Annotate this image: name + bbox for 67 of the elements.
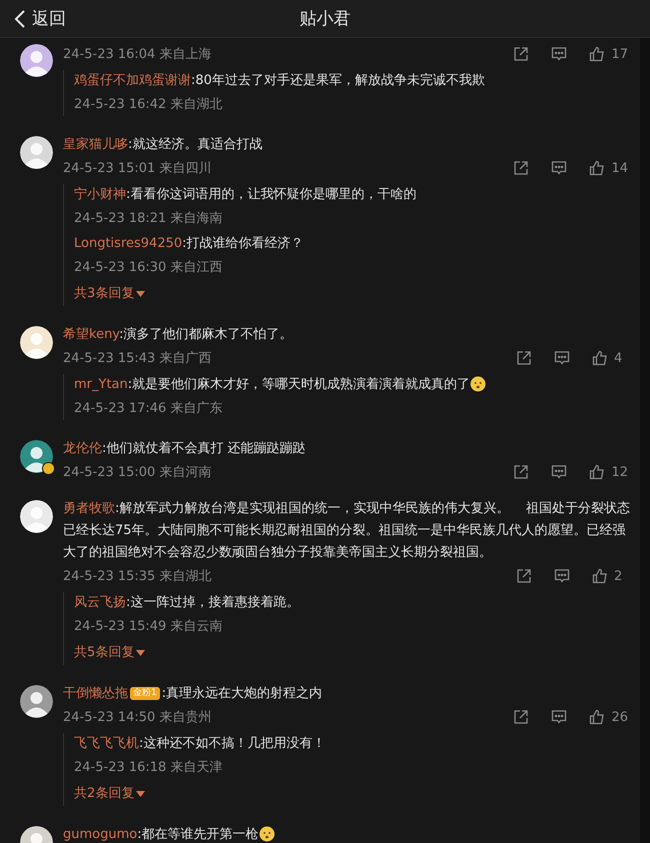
more-replies-link[interactable]: 共5条回复 xyxy=(74,641,146,665)
comment-icon[interactable] xyxy=(551,160,568,176)
like-count: 4 xyxy=(614,350,622,366)
thumbs-up-icon[interactable] xyxy=(589,464,606,480)
thumbs-up-icon[interactable] xyxy=(589,160,606,176)
share-icon[interactable] xyxy=(513,464,530,480)
thumbs-up-icon[interactable] xyxy=(592,568,608,584)
comment-text: gumogumo:都在等谁先开第一枪 xyxy=(63,824,638,843)
like-count: 26 xyxy=(611,710,628,724)
comment-time: 24-5-23 15:43 来自广西 xyxy=(63,350,212,367)
comment-time: 24-5-23 15:35 来自湖北 xyxy=(63,568,212,585)
more-replies-link[interactable]: 共3条回复 xyxy=(74,282,146,306)
like-count: 2 xyxy=(614,568,622,584)
thumbs-up-icon[interactable] xyxy=(592,350,608,366)
share-icon[interactable] xyxy=(513,160,530,176)
thumbs-up-icon[interactable] xyxy=(589,709,606,725)
share-icon[interactable] xyxy=(513,709,530,725)
comment-icon[interactable] xyxy=(554,568,570,584)
comment-text: 龙伦伦:他们就仗着不会真打 还能蹦跶蹦跶 xyxy=(63,440,307,458)
comment-time: 24-5-23 16:04 来自上海 xyxy=(63,46,212,63)
like-count: 17 xyxy=(611,46,628,62)
comment-text: 干倒懒怂拖 金粉1 :真理永远在大炮的射程之内 xyxy=(63,685,324,703)
comment-time: 24-5-23 15:01 来自四川 xyxy=(63,160,212,177)
comment-text: 宁小财神:看看你这词语用的，让我怀疑你是哪里的，干啥的 xyxy=(74,186,418,204)
comment-text: mr_Ytan:就是要他们麻木才好，等哪天时机成熟演着演着就成真的了 xyxy=(74,374,638,396)
caret-down-icon xyxy=(136,291,146,297)
caret-down-icon xyxy=(136,650,146,656)
page-title: 贴小君 xyxy=(300,8,350,30)
caret-down-icon xyxy=(136,791,146,797)
comment-time: 24-5-23 16:42 来自湖北 xyxy=(74,96,224,113)
avatar[interactable] xyxy=(20,44,53,77)
comment-time: 24-5-23 15:00 来自河南 xyxy=(63,464,212,481)
thumbs-up-icon[interactable] xyxy=(589,46,606,62)
avatar[interactable] xyxy=(20,500,53,533)
like-count: 12 xyxy=(611,464,628,480)
comment-icon[interactable] xyxy=(551,464,568,480)
comment-text: 风云飞扬:这一阵过掉，接着惠接着跪。 xyxy=(74,594,300,612)
comment-text: Longtisres94250:打战谁给你看经济？ xyxy=(74,235,305,253)
comment-text: 皇家猫儿哆:就这经济。真适合打战 xyxy=(63,136,264,154)
comment-icon[interactable] xyxy=(554,350,570,366)
fan-badge: 金粉1 xyxy=(130,686,160,700)
comment-icon[interactable] xyxy=(551,46,568,62)
like-count: 14 xyxy=(611,160,628,176)
avatar[interactable] xyxy=(20,136,53,169)
comment-time: 24-5-23 16:30 来自江西 xyxy=(74,259,224,276)
comment-time: 24-5-23 16:18 来自天津 xyxy=(74,759,224,776)
comment-time: 24-5-23 18:21 来自海南 xyxy=(74,210,224,227)
verified-badge-icon xyxy=(42,462,55,475)
back-button[interactable]: 返回 xyxy=(14,0,66,37)
comment-text: 希望keny:演多了他们都麻木了不怕了。 xyxy=(63,326,294,344)
avatar[interactable] xyxy=(20,440,53,473)
emoji-icon xyxy=(470,376,486,392)
share-icon[interactable] xyxy=(516,350,532,366)
comment-text: 飞飞飞飞机:这种还不如不搞！几把用没有！ xyxy=(74,735,326,753)
share-icon[interactable] xyxy=(516,568,532,584)
avatar[interactable] xyxy=(20,685,53,718)
emoji-icon xyxy=(258,826,275,842)
comment-time: 24-5-23 15:49 来自云南 xyxy=(74,618,224,635)
share-icon[interactable] xyxy=(513,46,530,62)
comment-text: 勇者牧歌:解放军武力解放台湾是实现祖国的统一，实现中华民族的伟大复兴。 祖国处于分裂状态已经长达75年。大陆同胞不可能长期忍耐祖国的分裂。祖国统一是中华民族几代人的愿望。已经强大了的祖国绝对不会容忍少数顽固台独分子投靠美帝国主义长期分裂祖国。 xyxy=(63,500,631,562)
comment-time: 24-5-23 17:46 来自广东 xyxy=(74,400,224,417)
comment-time: 24-5-23 14:50 来自贵州 xyxy=(63,709,212,726)
comment-icon[interactable] xyxy=(551,709,568,725)
more-replies-link[interactable]: 共2条回复 xyxy=(74,782,146,806)
avatar[interactable] xyxy=(20,326,53,359)
comment-text: 鸡蛋仔不加鸡蛋谢谢:80年过去了对手还是果军，解放战争未完诚不我欺 xyxy=(74,72,486,90)
chevron-left-icon xyxy=(14,8,26,28)
